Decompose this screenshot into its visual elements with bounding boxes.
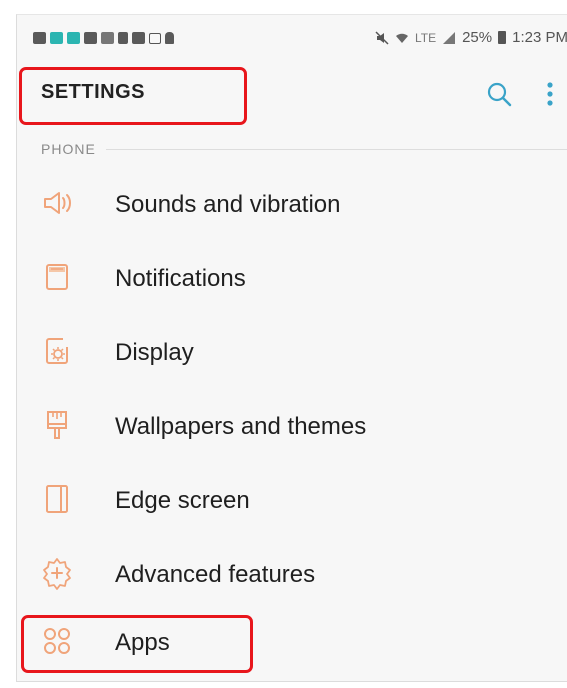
brush-icon	[47, 411, 67, 439]
battery-icon	[498, 31, 507, 44]
settings-item-edge-screen[interactable]: Edge screen	[17, 469, 567, 529]
mail-icon	[101, 32, 114, 44]
gallery-notification-icon	[33, 32, 46, 44]
settings-title-highlight	[19, 67, 247, 125]
clock: 1:23 PM	[512, 29, 567, 46]
settings-item-notifications[interactable]: Notifications	[17, 247, 567, 307]
notification-icon	[46, 264, 68, 290]
settings-item-advanced-features[interactable]: Advanced features	[17, 543, 567, 603]
section-label: PHONE	[41, 141, 96, 157]
status-bar: LTE 25% 1:23 PM	[17, 15, 567, 63]
app-notification-icon	[67, 32, 80, 44]
settings-item-label: Display	[115, 339, 194, 366]
status-indicators: LTE 25% 1:23 PM	[375, 29, 567, 46]
section-divider	[105, 148, 567, 150]
settings-item-label: Notifications	[115, 265, 246, 292]
notification-icons	[33, 32, 174, 44]
network-type: LTE	[414, 30, 437, 45]
settings-item-label: Wallpapers and themes	[115, 413, 367, 440]
document-icon	[118, 32, 128, 44]
display-icon	[46, 338, 68, 364]
speaker-icon	[44, 192, 71, 214]
mute-icon	[375, 30, 389, 45]
signal-icon	[443, 31, 456, 44]
edge-screen-icon	[46, 485, 68, 513]
image-icon	[132, 32, 145, 44]
home-icon	[149, 32, 161, 44]
more-options-icon[interactable]	[544, 79, 556, 109]
settings-item-label: Edge screen	[115, 487, 250, 514]
settings-item-sounds[interactable]: Sounds and vibration	[17, 173, 567, 233]
apps-item-highlight	[21, 615, 253, 673]
gear-plus-icon	[43, 558, 71, 590]
wifi-icon	[395, 33, 408, 43]
battery-percent: 25%	[462, 29, 493, 46]
settings-item-wallpapers[interactable]: Wallpapers and themes	[17, 395, 567, 455]
lock-icon	[165, 32, 174, 44]
settings-item-label: Advanced features	[115, 561, 316, 588]
settings-screen: LTE 25% 1:23 PM SETTINGS PHONE Sounds an…	[16, 14, 567, 682]
search-icon[interactable]	[485, 80, 513, 108]
settings-item-label: Sounds and vibration	[115, 191, 341, 218]
settings-item-display[interactable]: Display	[17, 321, 567, 381]
section-header-phone: PHONE	[41, 139, 567, 159]
gallery-notification-icon	[84, 32, 97, 44]
app-notification-icon	[50, 32, 63, 44]
